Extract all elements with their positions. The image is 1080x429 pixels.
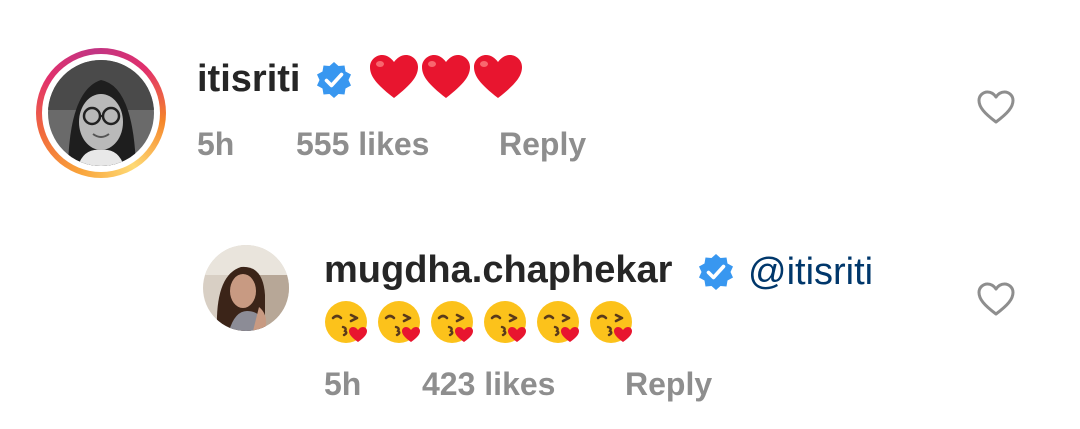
face-blowing-kiss-emoji-row xyxy=(323,299,634,345)
heart-outline-icon[interactable] xyxy=(976,280,1016,320)
comment-text xyxy=(322,296,642,348)
comment-likes[interactable]: 423 likes xyxy=(422,366,555,403)
avatar[interactable] xyxy=(203,245,289,331)
comment-username[interactable]: mugdha.chaphekar xyxy=(324,249,672,292)
reply-button[interactable]: Reply xyxy=(625,366,712,403)
comment-mugdha: mugdha.chaphekar @itisriti 5h 423 likes … xyxy=(0,0,1080,429)
mention-link[interactable]: @itisriti xyxy=(748,251,873,294)
verified-badge-icon xyxy=(696,252,736,297)
comment-time: 5h xyxy=(324,366,362,402)
